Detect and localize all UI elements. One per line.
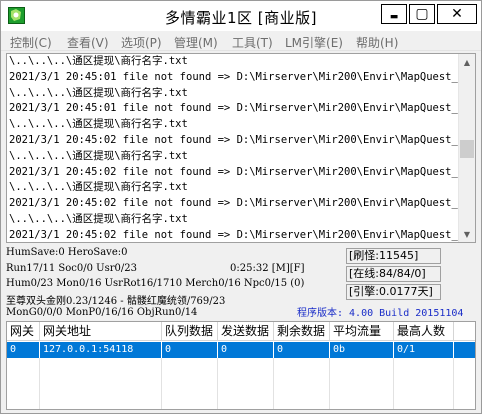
version-label: 程序版本: 4.00 Build 20151104 [297,308,464,319]
log-line: \..\..\..\通区提现\商行名字.txt [9,181,188,194]
menu-manage[interactable]: 管理(M) [174,34,218,51]
column-divider [217,358,218,409]
maximize-button[interactable]: ▢ [409,4,435,24]
menu-options[interactable]: 选项(P) [121,34,162,51]
minimize-button[interactable]: ▬ [381,4,407,24]
scroll-down-icon[interactable]: ▼ [459,226,475,242]
minimize-icon: ▬ [389,12,399,22]
log-line: 2021/3/1 20:45:02 file not found => D:\M… [9,133,461,146]
menu-view[interactable]: 查看(V) [67,34,109,51]
refresh-count-box: [刷怪:11545] [346,248,441,264]
log-line: 2021/3/1 20:45:02 file not found => D:\M… [9,165,461,178]
clock-stat: 0:25:32 [M][F] [230,263,305,274]
menu-tools[interactable]: 工具(T) [232,34,273,51]
log-lines: \..\..\..\通区提现\商行名字.txt 2021/3/1 20:45:0… [9,54,461,242]
table-header: 网关 网关地址 队列数据 发送数据 剩余数据 平均流量 最高人数 [7,322,475,341]
column-header[interactable]: 网关地址 [40,322,162,341]
table-cell: 0 [162,342,218,358]
menu-lm-engine[interactable]: LM引擎(E) [285,34,343,51]
column-divider [329,358,330,409]
scroll-up-icon[interactable]: ▲ [459,54,475,70]
title-bar: 多情霸业1区 [商业版] ▬ ▢ ✕ [1,1,481,31]
hum-save-stat: HumSave:0 HeroSave:0 [6,247,128,258]
table-cell: 127.0.0.1:54118 [40,342,162,358]
server-window: 多情霸业1区 [商业版] ▬ ▢ ✕ 控制(C) 查看(V) 选项(P) 管理(… [0,0,482,414]
log-line: \..\..\..\通区提现\商行名字.txt [9,149,188,162]
gateway-table[interactable]: 网关 网关地址 队列数据 发送数据 剩余数据 平均流量 最高人数 0 127.0… [6,321,476,410]
log-line: 2021/3/1 20:45:02 file not found => D:\M… [9,228,461,241]
table-cell: 0 [7,342,40,358]
table-cell: 0 [218,342,274,358]
column-header[interactable]: 平均流量 [330,322,394,341]
menu-bar: 控制(C) 查看(V) 选项(P) 管理(M) 工具(T) LM引擎(E) 帮助… [1,31,481,51]
table-cell: 0b [330,342,394,358]
column-divider [161,358,162,409]
scroll-thumb[interactable] [460,140,474,158]
table-row[interactable]: 0 127.0.0.1:54118 0 0 0 0b 0/1 [7,342,475,358]
column-divider [453,358,454,409]
close-icon: ✕ [451,6,463,22]
table-cell: 0/1 [394,342,454,358]
log-line: 2021/3/1 20:45:01 file not found => D:\M… [9,102,461,115]
table-cell: 0 [274,342,330,358]
status-panel: HumSave:0 HeroSave:0 Run17/11 Soc0/0 Usr… [1,245,481,321]
log-panel[interactable]: \..\..\..\通区提现\商行名字.txt 2021/3/1 20:45:0… [6,53,476,243]
hum-stat: Hum0/23 Mon0/16 UsrRot16/1710 Merch0/16 … [6,278,305,289]
column-header[interactable]: 网关 [7,322,40,341]
column-header[interactable]: 发送数据 [218,322,274,341]
log-line: 2021/3/1 20:45:01 file not found => D:\M… [9,70,461,83]
close-button[interactable]: ✕ [437,4,477,24]
column-header[interactable]: 队列数据 [162,322,218,341]
menu-help[interactable]: 帮助(H) [356,34,398,51]
column-divider [39,358,40,409]
log-line: \..\..\..\通区提现\商行名字.txt [9,86,188,99]
column-header[interactable]: 剩余数据 [274,322,330,341]
maximize-icon: ▢ [415,6,429,22]
log-line: \..\..\..\通区提现\商行名字.txt [9,118,188,131]
column-divider [273,358,274,409]
online-count-box: [在线:84/84/0] [346,266,441,282]
log-scrollbar[interactable]: ▲ ▼ [458,54,475,242]
log-line: \..\..\..\通区提现\商行名字.txt [9,55,188,67]
engine-days-box: [引擎:0.0177天] [346,284,441,300]
menu-control[interactable]: 控制(C) [10,34,52,51]
mon-go-stat: MonG0/0/0 MonP0/16/16 ObjRun0/14 [6,307,198,318]
column-header[interactable]: 最高人数 [394,322,454,341]
monster-stat: 至尊双头金刚0.23/1246 - 骷髅红魔统领/769/23 [6,296,226,307]
log-line: \..\..\..\通区提现\商行名字.txt [9,212,188,225]
log-line: 2021/3/1 20:45:02 file not found => D:\M… [9,197,461,210]
run-stat: Run17/11 Soc0/0 Usr0/23 [6,263,137,274]
column-divider [393,358,394,409]
